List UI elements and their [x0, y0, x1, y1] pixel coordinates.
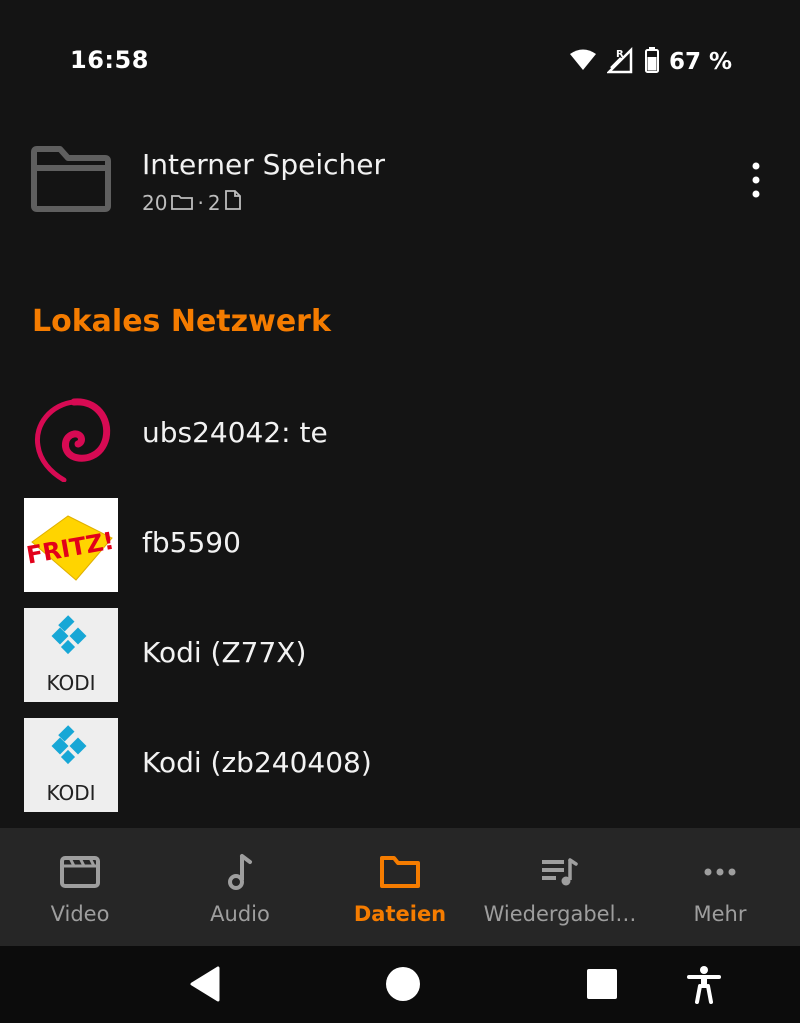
meta-separator: ·	[197, 190, 204, 215]
nav-label: Video	[50, 902, 110, 926]
nav-tab-playlists[interactable]: Wiedergabel…	[480, 828, 640, 946]
more-vertical-icon[interactable]	[748, 160, 764, 200]
network-item-label: Kodi (zb240408)	[142, 746, 372, 779]
bottom-navigation: Video Audio Dateien Wiedergabel… Mehr	[0, 828, 800, 946]
nav-label: Wiedergabel…	[483, 902, 637, 926]
more-horizontal-icon	[698, 852, 742, 892]
storage-meta: 20 · 2	[142, 190, 241, 215]
small-folder-icon	[171, 191, 194, 215]
status-icons: R 67 %	[569, 44, 732, 80]
app-screen: 16:58 R 67 % Interner Speicher 20 · 2 Lo…	[0, 0, 800, 1023]
nav-label: Audio	[210, 902, 270, 926]
kodi-logo-text: KODI	[46, 781, 95, 805]
nav-tab-more[interactable]: Mehr	[640, 828, 800, 946]
folder-icon	[30, 146, 112, 212]
small-file-icon	[224, 190, 241, 215]
network-item[interactable]: KODI Kodi (Z77X)	[0, 604, 800, 704]
network-item[interactable]: FRITZ! fb5590	[0, 494, 800, 594]
network-item-label: Kodi (Z77X)	[142, 636, 307, 669]
recents-icon[interactable]	[582, 964, 622, 1004]
folder-icon	[378, 852, 422, 892]
playlist-icon	[538, 852, 582, 892]
accessibility-icon[interactable]	[684, 964, 724, 1004]
internal-storage-row[interactable]: Interner Speicher 20 · 2	[0, 128, 800, 232]
video-icon	[58, 852, 102, 892]
section-title-local-network: Lokales Netzwerk	[32, 304, 331, 339]
status-bar: 16:58 R 67 %	[0, 0, 800, 120]
battery-icon	[644, 47, 659, 77]
nav-label: Dateien	[353, 902, 447, 926]
folder-count: 20	[142, 190, 168, 215]
file-count: 2	[207, 190, 221, 215]
wifi-icon	[569, 48, 597, 76]
kodi-logo-text: KODI	[46, 671, 95, 695]
back-icon[interactable]	[186, 964, 226, 1004]
status-time: 16:58	[70, 46, 149, 74]
network-item-label: ubs24042: te	[142, 416, 328, 449]
system-navigation-bar	[0, 946, 800, 1023]
kodi-logo-icon: KODI	[24, 718, 118, 812]
debian-logo-icon	[24, 388, 118, 483]
nav-tab-files[interactable]: Dateien	[320, 828, 480, 946]
home-icon[interactable]	[383, 964, 423, 1004]
music-note-icon	[218, 852, 262, 892]
network-item[interactable]: KODI Kodi (zb240408)	[0, 714, 800, 814]
kodi-logo-icon: KODI	[24, 608, 118, 702]
storage-title: Interner Speicher	[142, 148, 386, 181]
nav-label: Mehr	[693, 902, 747, 926]
fritz-logo-icon: FRITZ!	[24, 498, 118, 592]
nav-tab-audio[interactable]: Audio	[160, 828, 320, 946]
signal-icon: R	[605, 46, 635, 78]
battery-percent: 67 %	[668, 49, 732, 75]
network-item[interactable]: ubs24042: te	[0, 384, 800, 484]
nav-tab-video[interactable]: Video	[0, 828, 160, 946]
network-item-label: fb5590	[142, 526, 241, 559]
svg-text:R: R	[616, 49, 624, 60]
